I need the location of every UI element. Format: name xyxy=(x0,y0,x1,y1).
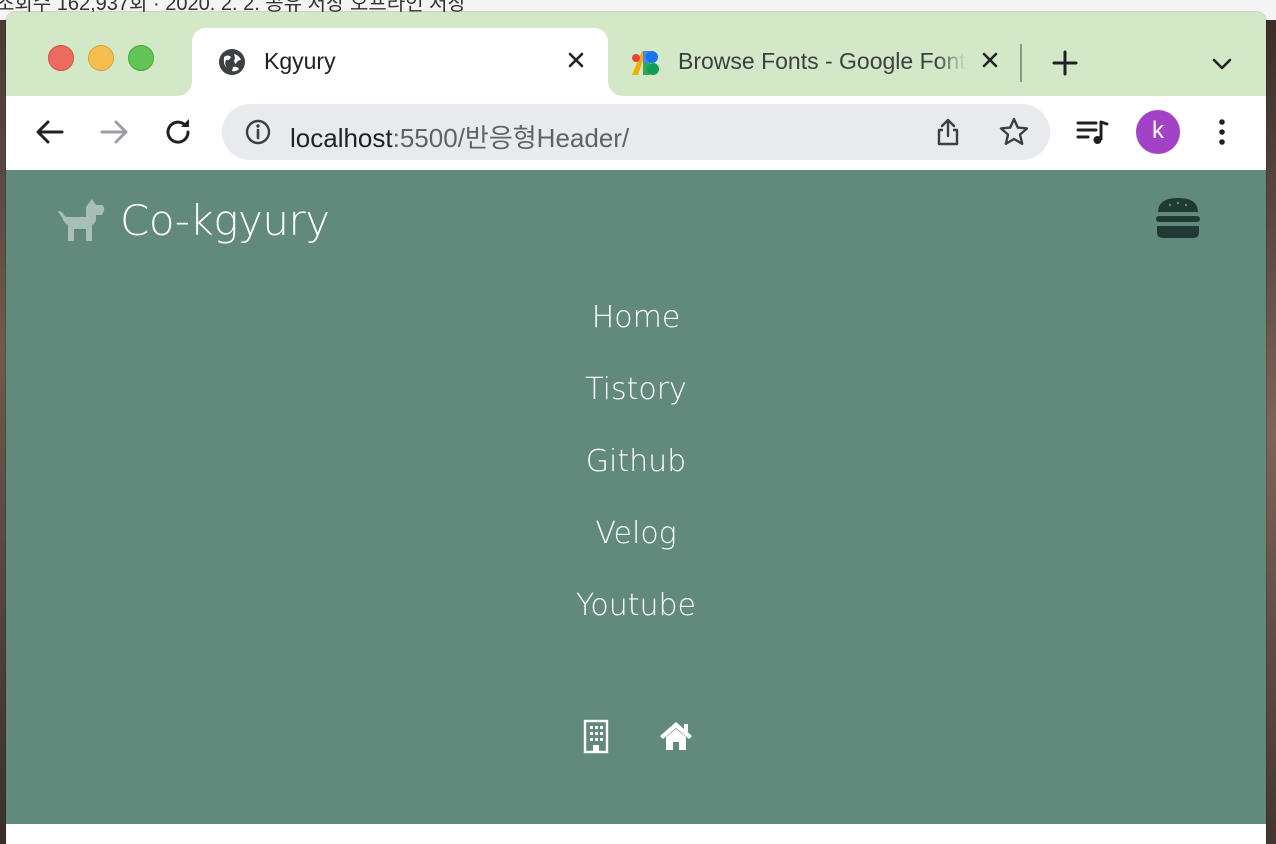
google-fonts-icon xyxy=(632,51,659,75)
info-icon[interactable] xyxy=(244,118,272,146)
nav-item-tistory: Tistory xyxy=(6,360,1266,432)
window-maximize-button[interactable] xyxy=(128,45,154,71)
nav-item-home: Home xyxy=(6,288,1266,360)
more-vert-icon[interactable] xyxy=(1204,114,1240,150)
brand-name: Co-kgyury xyxy=(120,195,330,245)
address-bar[interactable]: localhost:5500/반응형Header/ xyxy=(222,104,1050,160)
building-icon[interactable] xyxy=(578,718,614,754)
nav-item-youtube: Youtube xyxy=(6,576,1266,648)
profile-avatar[interactable]: k xyxy=(1136,110,1180,154)
tab-separator xyxy=(1020,44,1022,82)
window-close-button[interactable] xyxy=(48,45,74,71)
nav-item-velog: Velog xyxy=(6,504,1266,576)
browser-window: Kgyury Browse Fonts - Google Fonts local… xyxy=(6,12,1266,844)
url-path: :5500/반응형Header/ xyxy=(392,123,630,153)
url-host: localhost xyxy=(290,123,393,153)
dog-icon xyxy=(58,199,105,241)
forward-icon[interactable] xyxy=(96,114,132,150)
page-body xyxy=(6,824,1266,844)
desktop-edge-right xyxy=(1266,20,1276,844)
nav-menu: Home Tistory Github Velog Youtube xyxy=(6,288,1266,648)
tab-strip: Kgyury Browse Fonts - Google Fonts xyxy=(6,12,1266,96)
page-header: Co-kgyury Home Tistory Github Velog Yout… xyxy=(6,170,1266,824)
tab-close-icon[interactable] xyxy=(978,48,1002,72)
nav-item-github: Github xyxy=(6,432,1266,504)
tab-title-kgyury: Kgyury xyxy=(264,48,336,74)
social-links xyxy=(6,718,1266,754)
window-minimize-button[interactable] xyxy=(88,45,114,71)
tab-close-icon[interactable] xyxy=(564,48,588,72)
new-tab-icon[interactable] xyxy=(1050,48,1080,78)
browser-toolbar: localhost:5500/반응형Header/ k xyxy=(6,96,1266,171)
share-icon[interactable] xyxy=(934,116,962,148)
globe-icon xyxy=(219,49,245,75)
nav-link-home[interactable]: Home xyxy=(592,300,681,335)
media-playlist-icon[interactable] xyxy=(1074,114,1110,150)
nav-link-youtube[interactable]: Youtube xyxy=(576,588,696,623)
nav-link-velog[interactable]: Velog xyxy=(595,516,676,551)
url-text[interactable]: localhost:5500/반응형Header/ xyxy=(290,118,629,155)
nav-link-github[interactable]: Github xyxy=(586,444,686,479)
bookmark-star-icon[interactable] xyxy=(998,116,1030,148)
nav-link-tistory[interactable]: Tistory xyxy=(585,372,687,407)
brand[interactable]: Co-kgyury xyxy=(56,192,330,248)
tab-title-google-fonts[interactable]: Browse Fonts - Google Fonts xyxy=(678,48,966,75)
chevron-down-icon[interactable] xyxy=(1208,52,1236,76)
hamburger-menu-icon[interactable] xyxy=(1154,196,1202,240)
home-icon[interactable] xyxy=(658,718,694,754)
back-icon[interactable] xyxy=(32,114,68,150)
reload-icon[interactable] xyxy=(160,114,196,150)
